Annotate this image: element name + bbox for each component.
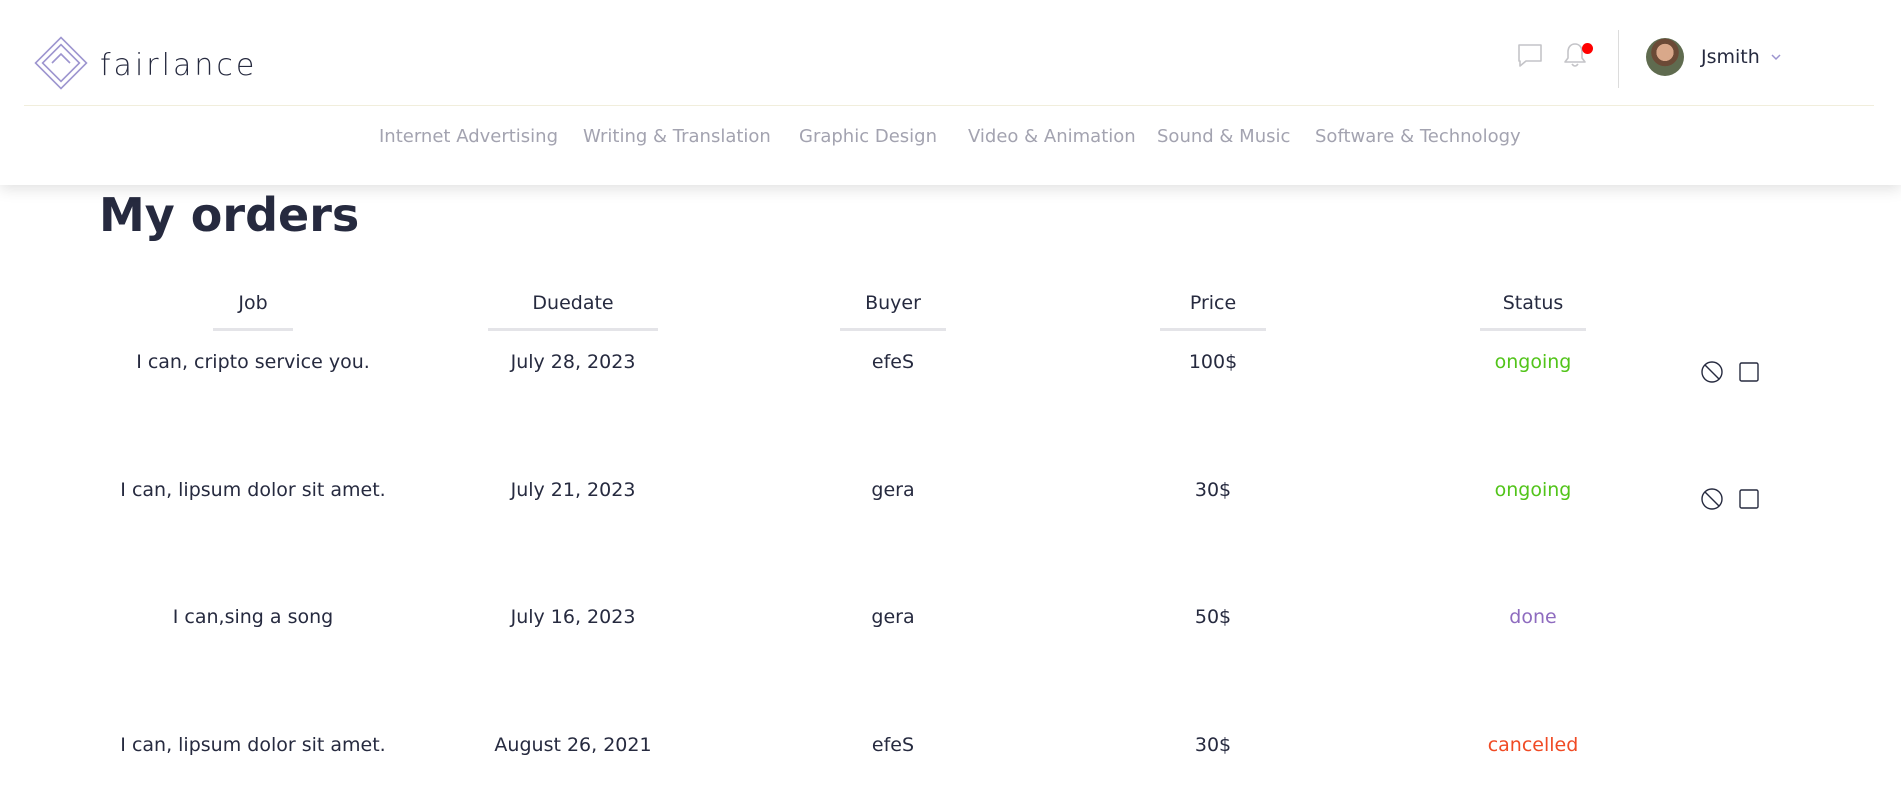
user-menu[interactable]: Jsmith [1646,38,1782,76]
nav-software-technology[interactable]: Software & Technology [1315,126,1521,147]
header-separator [24,105,1874,106]
top-header: fairlance Jsmith Internet Advertising Wr… [0,0,1901,185]
complete-order-checkbox[interactable] [1737,487,1761,511]
status-badge: ongoing [1494,351,1572,373]
page-title: My orders [99,188,360,242]
chat-icon [1515,40,1545,74]
status-badge: ongoing [1494,479,1572,501]
column-header-duedate: Duedate [532,292,614,314]
cancel-order-button[interactable] [1700,360,1724,384]
brand-logo[interactable]: fairlance [30,32,257,98]
notification-badge [1582,43,1593,54]
column-underline [213,328,293,331]
column-underline [1480,328,1586,331]
buyer-cell: efeS [871,734,915,756]
column-underline [840,328,946,331]
job-cell[interactable]: I can, lipsum dolor sit amet. [120,734,385,756]
username: Jsmith [1701,46,1760,68]
price-cell: 50$ [1194,606,1232,628]
buyer-cell: efeS [871,351,915,373]
price-cell: 100$ [1188,351,1238,373]
job-cell[interactable]: I can,sing a song [173,606,333,628]
avatar [1646,38,1684,76]
price-cell: 30$ [1194,479,1232,501]
duedate-cell: July 16, 2023 [510,606,636,628]
nav-writing-translation[interactable]: Writing & Translation [583,126,771,147]
buyer-cell: gera [871,479,915,501]
logo-icon [30,32,92,98]
brand-name: fairlance [100,47,258,83]
column-header-status: Status [1502,292,1564,314]
checkbox-icon [1737,489,1761,515]
block-icon [1700,361,1724,388]
block-icon [1700,488,1724,515]
status-badge: cancelled [1487,734,1579,756]
column-header-buyer: Buyer [865,292,921,314]
category-nav: Internet Advertising Writing & Translati… [0,126,1901,152]
nav-sound-music[interactable]: Sound & Music [1157,126,1290,147]
messages-button[interactable] [1513,40,1547,74]
column-header-price: Price [1189,292,1237,314]
cancel-order-button[interactable] [1700,487,1724,511]
job-cell[interactable]: I can, lipsum dolor sit amet. [120,479,385,501]
nav-video-animation[interactable]: Video & Animation [968,126,1136,147]
price-cell: 30$ [1194,734,1232,756]
nav-internet-advertising[interactable]: Internet Advertising [379,126,558,147]
header-divider [1618,30,1619,88]
chevron-down-icon [1760,48,1782,67]
duedate-cell: July 21, 2023 [510,479,636,501]
checkbox-icon [1737,362,1761,388]
column-underline [488,328,658,331]
status-badge: done [1509,606,1557,628]
complete-order-checkbox[interactable] [1737,360,1761,384]
job-cell[interactable]: I can, cripto service you. [136,351,370,373]
buyer-cell: gera [871,606,915,628]
column-underline [1160,328,1266,331]
nav-graphic-design[interactable]: Graphic Design [799,126,937,147]
column-header-job: Job [238,292,268,314]
duedate-cell: August 26, 2021 [494,734,652,756]
duedate-cell: July 28, 2023 [510,351,636,373]
